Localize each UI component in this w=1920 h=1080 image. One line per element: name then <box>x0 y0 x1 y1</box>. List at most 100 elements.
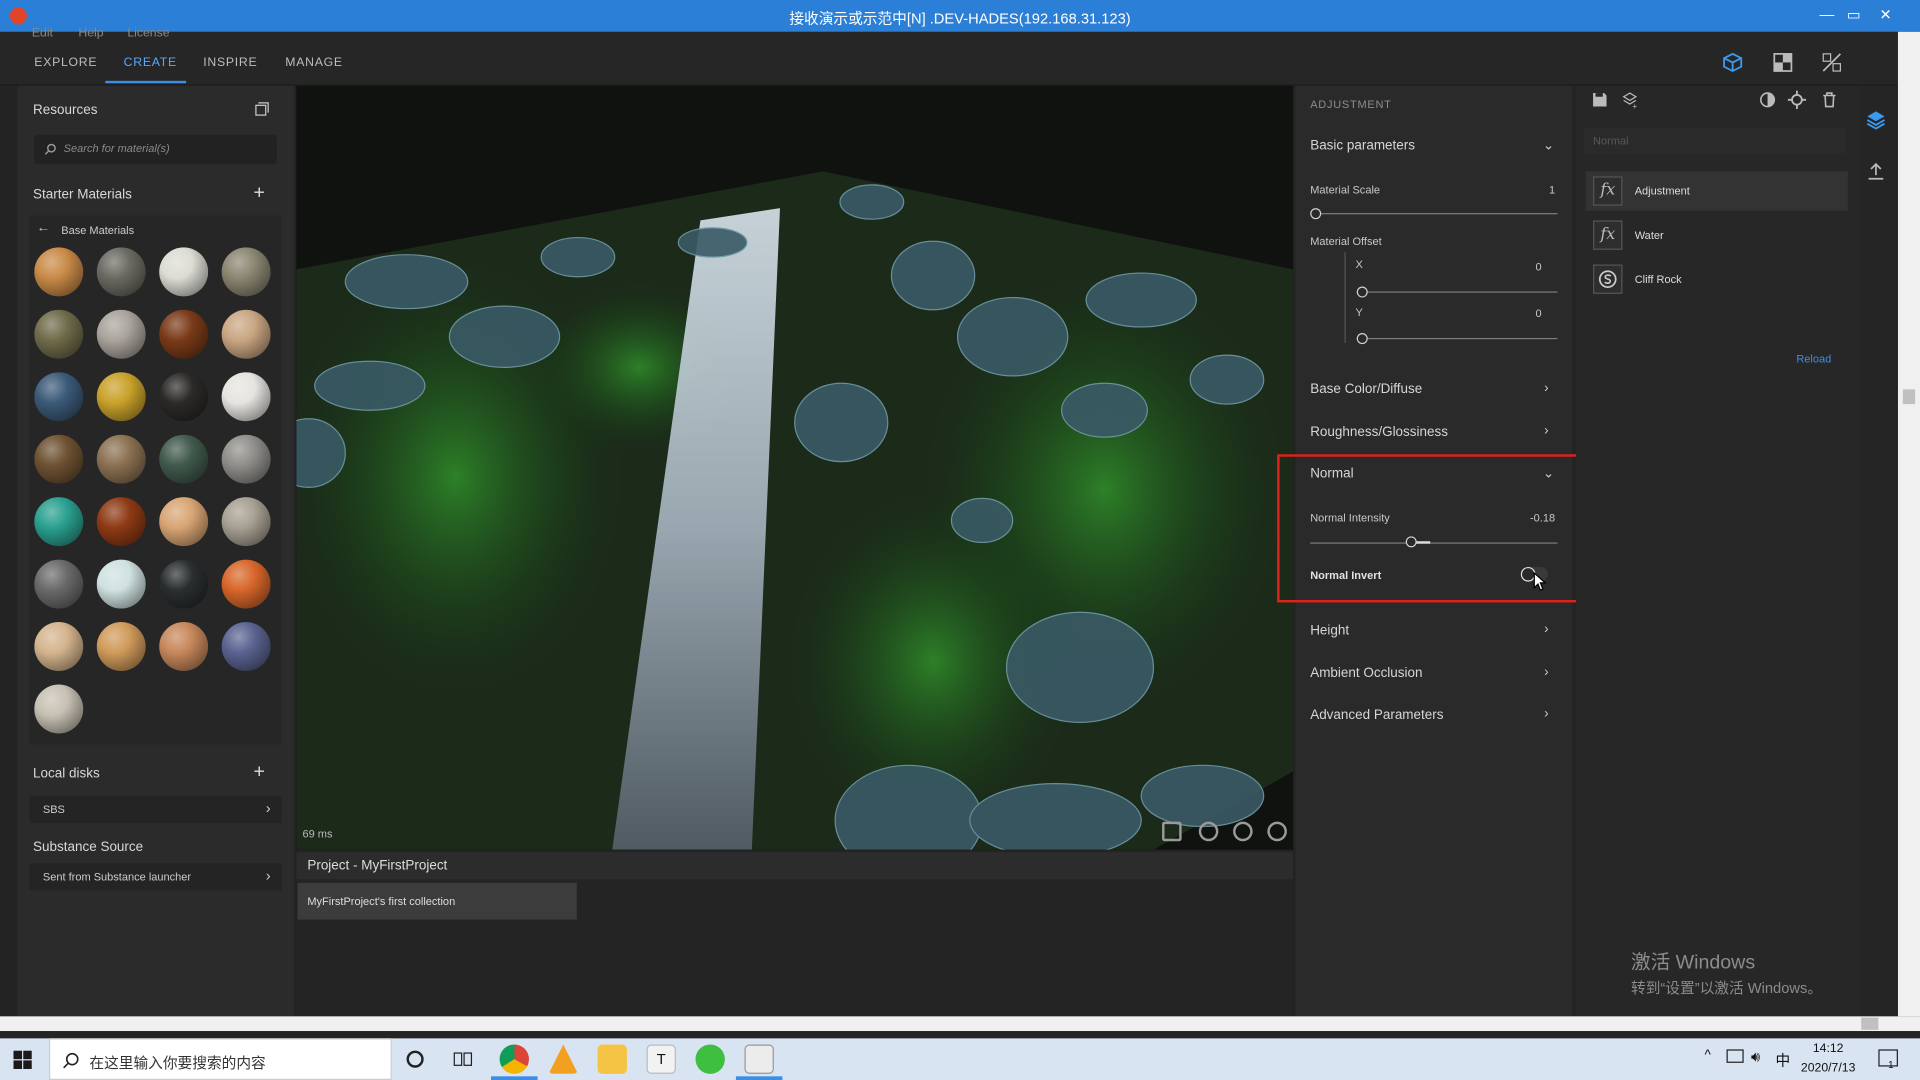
material-swatch[interactable] <box>221 247 271 297</box>
lighting-icon[interactable] <box>1198 821 1219 842</box>
material-swatch[interactable] <box>34 247 84 297</box>
material-swatch[interactable] <box>221 559 271 609</box>
material-swatch[interactable] <box>96 309 146 359</box>
horizontal-scrollbar[interactable] <box>0 1016 1920 1032</box>
chevron-right-icon[interactable]: › <box>1544 381 1548 396</box>
app-icon[interactable] <box>548 1044 578 1074</box>
file-explorer-icon[interactable] <box>597 1044 627 1074</box>
scroll-thumb[interactable] <box>1861 1017 1879 1030</box>
material-swatch[interactable] <box>221 497 271 547</box>
add-local-disk-button[interactable]: + <box>253 762 264 784</box>
ambient-occlusion-header[interactable]: Ambient Occlusion <box>1310 666 1422 681</box>
substance-source-item[interactable]: Sent from Substance launcher › <box>29 863 282 891</box>
scroll-thumb[interactable] <box>1902 389 1916 405</box>
material-swatch[interactable] <box>34 434 84 484</box>
tab-explore[interactable]: EXPLORE <box>34 56 97 69</box>
material-swatch[interactable] <box>159 247 209 297</box>
task-view-icon[interactable] <box>453 1051 473 1068</box>
material-swatch[interactable] <box>96 247 146 297</box>
mask-icon[interactable] <box>1760 92 1776 108</box>
menu-license[interactable]: License <box>127 27 169 40</box>
material-swatch[interactable] <box>221 434 271 484</box>
environment-icon[interactable] <box>1233 821 1253 842</box>
offset-x-slider[interactable] <box>1356 291 1558 293</box>
material-swatch[interactable] <box>159 622 209 672</box>
roughness-header[interactable]: Roughness/Glossiness <box>1310 425 1448 440</box>
camera-icon[interactable] <box>1162 821 1182 842</box>
material-scale-knob[interactable] <box>1310 208 1322 220</box>
material-swatch[interactable] <box>34 309 84 359</box>
chevron-right-icon[interactable]: › <box>1544 707 1548 722</box>
network-icon[interactable] <box>1726 1049 1744 1063</box>
detach-panel-icon[interactable] <box>255 102 270 117</box>
add-layer-icon[interactable]: + <box>1622 92 1639 109</box>
clock-time[interactable]: 14:12 <box>1795 1042 1861 1055</box>
ime-indicator[interactable]: 中 <box>1776 1049 1791 1070</box>
local-disk-item[interactable]: SBS › <box>29 795 282 823</box>
material-search-input[interactable]: Search for material(s) <box>34 134 277 165</box>
tab-manage[interactable]: MANAGE <box>285 56 342 69</box>
material-swatch[interactable] <box>159 372 209 422</box>
layer-settings-icon[interactable] <box>1787 90 1807 109</box>
material-swatch[interactable] <box>96 372 146 422</box>
save-icon[interactable] <box>1592 92 1608 108</box>
3d-viewport[interactable]: 69 ms <box>296 85 1294 850</box>
material-swatch[interactable] <box>159 434 209 484</box>
chevron-right-icon[interactable]: › <box>1544 622 1548 637</box>
chevron-right-icon[interactable]: › <box>1544 665 1548 680</box>
chevron-up-icon[interactable]: ^ <box>1704 1048 1710 1063</box>
3d-view-icon[interactable] <box>1722 51 1744 73</box>
material-swatch[interactable] <box>96 559 146 609</box>
material-swatch[interactable] <box>221 309 271 359</box>
tab-inspire[interactable]: INSPIRE <box>203 56 257 69</box>
material-scale-slider[interactable] <box>1310 213 1558 215</box>
vertical-scrollbar[interactable] <box>1897 31 1920 1017</box>
chevron-right-icon[interactable]: › <box>1544 424 1548 439</box>
height-header[interactable]: Height <box>1310 623 1349 638</box>
material-swatch[interactable] <box>34 684 84 734</box>
menu-edit[interactable]: Edit <box>32 27 53 40</box>
basic-parameters-header[interactable]: Basic parameters <box>1310 138 1415 153</box>
material-swatch[interactable] <box>221 372 271 422</box>
offset-y-slider[interactable] <box>1356 337 1558 340</box>
offset-x-knob[interactable] <box>1356 286 1368 298</box>
volume-icon[interactable]: 🔊︎ <box>1751 1048 1760 1066</box>
delete-layer-icon[interactable] <box>1822 92 1837 108</box>
clock-date[interactable]: 2020/7/13 <box>1795 1062 1861 1075</box>
remote-desktop-icon[interactable] <box>744 1044 774 1074</box>
export-icon[interactable] <box>1866 162 1886 182</box>
reload-link[interactable]: Reload <box>1796 353 1831 365</box>
material-swatch[interactable] <box>159 309 209 359</box>
material-swatch[interactable] <box>221 622 271 672</box>
material-swatch[interactable] <box>159 559 209 609</box>
chrome-icon[interactable] <box>499 1044 529 1074</box>
layer-item-adjustment[interactable]: fx Adjustment <box>1585 171 1848 211</box>
add-starter-material-button[interactable]: + <box>253 182 264 204</box>
chevron-down-icon[interactable]: ⌄ <box>1543 137 1554 153</box>
material-swatch[interactable] <box>96 622 146 672</box>
offset-y-knob[interactable] <box>1356 333 1368 345</box>
material-ball-icon[interactable] <box>1267 821 1287 842</box>
windows-start-icon[interactable] <box>13 1050 32 1069</box>
material-swatch[interactable] <box>34 372 84 422</box>
menu-help[interactable]: Help <box>78 27 103 40</box>
base-color-header[interactable]: Base Color/Diffuse <box>1310 382 1422 397</box>
layers-icon[interactable] <box>1866 110 1886 130</box>
tab-create[interactable]: CREATE <box>124 56 177 69</box>
layer-item-cliff-rock[interactable]: Cliff Rock <box>1586 260 1848 299</box>
taskbar-search-input[interactable]: 在这里输入你要搜索的内容 <box>48 1038 392 1080</box>
text-editor-icon[interactable]: T <box>646 1044 676 1074</box>
minimize-button[interactable]: — <box>1815 2 1839 26</box>
material-swatch[interactable] <box>159 497 209 547</box>
back-arrow-icon[interactable]: ← <box>37 220 50 235</box>
material-swatch[interactable] <box>34 559 84 609</box>
cortana-icon[interactable] <box>406 1050 424 1068</box>
material-swatch[interactable] <box>96 434 146 484</box>
layer-item-water[interactable]: fx Water <box>1586 216 1848 255</box>
material-swatch[interactable] <box>34 497 84 547</box>
split-view-icon[interactable] <box>1821 51 1843 73</box>
wechat-icon[interactable] <box>695 1044 725 1074</box>
material-swatch[interactable] <box>96 497 146 547</box>
maximize-button[interactable]: ▭ <box>1842 2 1866 26</box>
blend-mode-select[interactable]: Normal <box>1583 127 1846 155</box>
